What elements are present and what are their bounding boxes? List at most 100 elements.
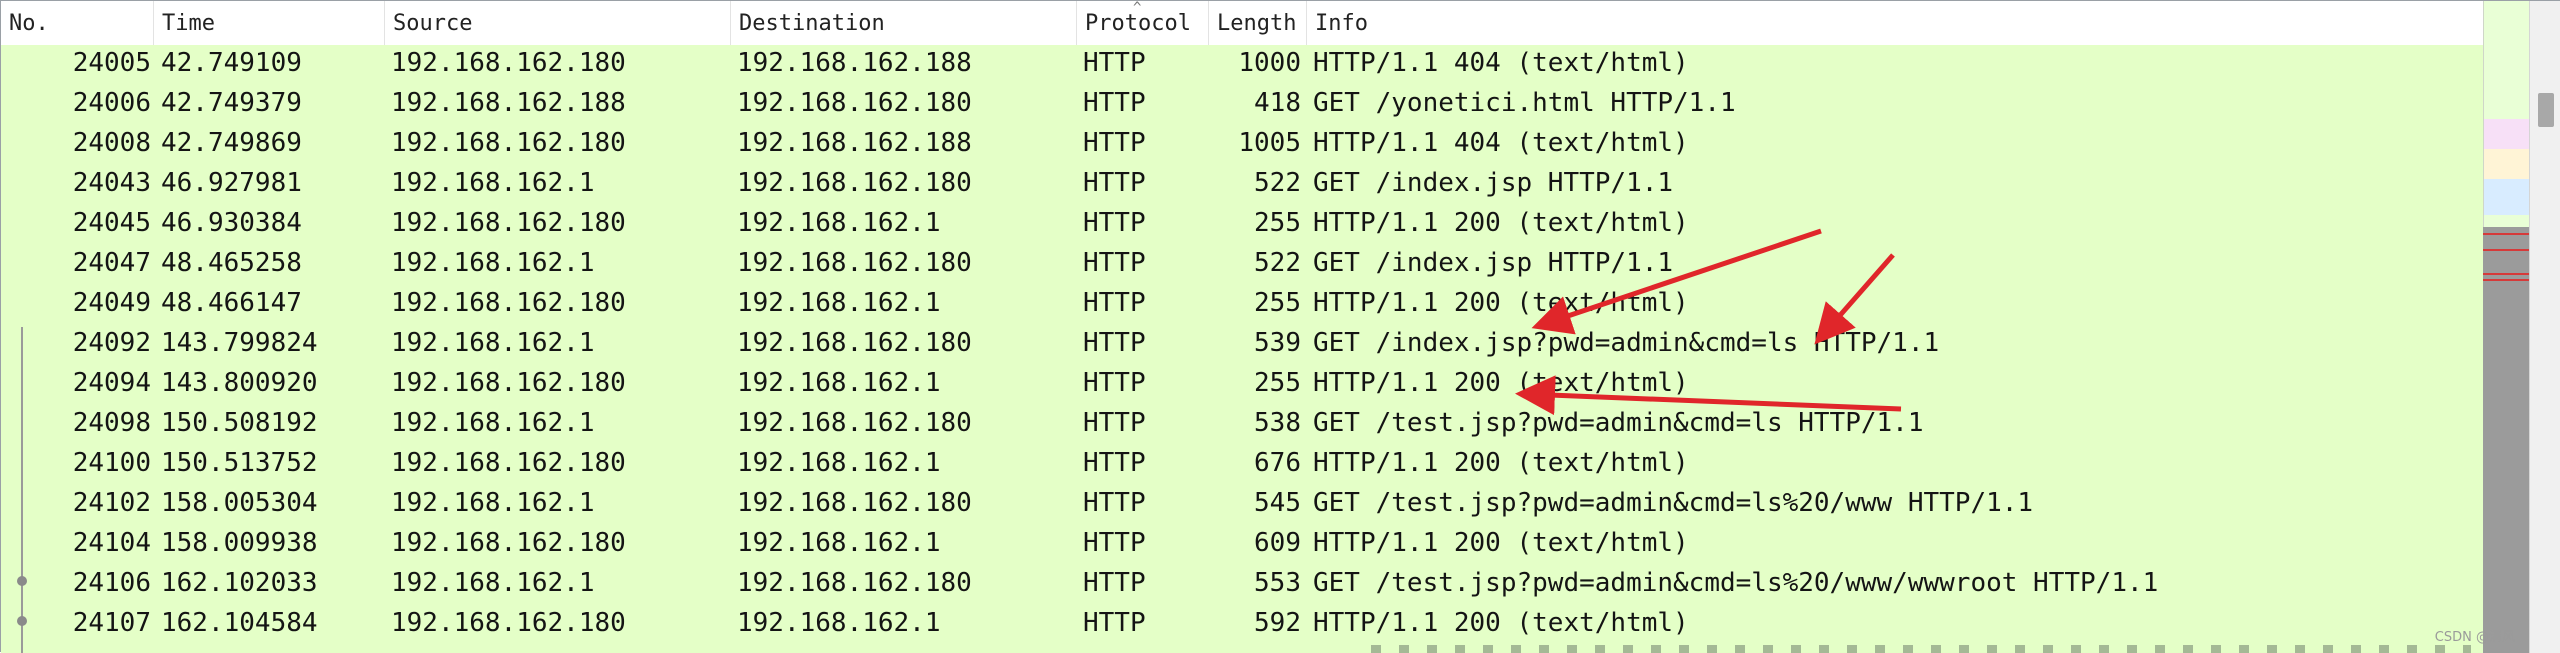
packet-time: 46.930384 bbox=[161, 208, 302, 238]
packet-number: 24098 bbox=[72, 408, 151, 438]
packet-row[interactable]: 24104 158.009938 192.168.162.180 192.168.16… bbox=[1, 525, 2483, 565]
packet-source: 192.168.162.180 bbox=[391, 128, 626, 158]
packet-info: GET /test.jsp?pwd=admin&cmd=ls HTTP/1.1 bbox=[1313, 408, 1924, 438]
packet-time: 162.102033 bbox=[161, 568, 318, 598]
packet-protocol: HTTP bbox=[1083, 48, 1146, 78]
packet-list[interactable]: 24005 42.749109 192.168.162.180 192.168.162… bbox=[1, 45, 2483, 653]
packet-number: 24045 bbox=[72, 208, 151, 238]
packet-protocol: HTTP bbox=[1083, 88, 1146, 118]
packet-source: 192.168.162.1 bbox=[391, 248, 595, 278]
packet-length: 522 bbox=[1254, 168, 1301, 198]
packet-row[interactable]: 24047 48.465258 192.168.162.1 192.168.162.1… bbox=[1, 245, 2483, 285]
packet-number: 24092 bbox=[72, 328, 151, 358]
scrollbar-thumb[interactable] bbox=[2538, 93, 2554, 127]
packet-length: 592 bbox=[1254, 608, 1301, 638]
packet-source: 192.168.162.180 bbox=[391, 528, 626, 558]
column-header-bar: No. Time Source Destination Protocol Len… bbox=[1, 1, 2483, 46]
packet-row[interactable]: 24005 42.749109 192.168.162.180 192.168.162… bbox=[1, 45, 2483, 85]
packet-length: 522 bbox=[1254, 248, 1301, 278]
packet-destination: 192.168.162.188 bbox=[737, 128, 972, 158]
packet-source: 192.168.162.1 bbox=[391, 568, 595, 598]
packet-number: 24107 bbox=[72, 608, 151, 638]
packet-source: 192.168.162.1 bbox=[391, 168, 595, 198]
minimap-band bbox=[2484, 119, 2530, 149]
packet-row[interactable]: 24107 162.104584 192.168.162.180 192.168.16… bbox=[1, 605, 2483, 645]
packet-row[interactable]: 24100 150.513752 192.168.162.180 192.168.16… bbox=[1, 445, 2483, 485]
column-header-length[interactable]: Length bbox=[1209, 1, 1307, 45]
packet-destination: 192.168.162.180 bbox=[737, 88, 972, 118]
packet-time: 150.508192 bbox=[161, 408, 318, 438]
packet-info: HTTP/1.1 200 (text/html) bbox=[1313, 528, 1689, 558]
packet-protocol: HTTP bbox=[1083, 128, 1146, 158]
packet-row[interactable]: 24102 158.005304 192.168.162.1 192.168.162.… bbox=[1, 485, 2483, 525]
vertical-scrollbar[interactable] bbox=[2529, 1, 2560, 653]
minimap-marker bbox=[2483, 233, 2529, 235]
packet-protocol: HTTP bbox=[1083, 568, 1146, 598]
packet-time: 48.465258 bbox=[161, 248, 302, 278]
packet-source: 192.168.162.180 bbox=[391, 208, 626, 238]
packet-info: GET /index.jsp HTTP/1.1 bbox=[1313, 248, 1674, 278]
packet-protocol: HTTP bbox=[1083, 608, 1146, 638]
packet-row[interactable]: 24043 46.927981 192.168.162.1 192.168.162.1… bbox=[1, 165, 2483, 205]
packet-row[interactable]: 24008 42.749869 192.168.162.180 192.168.162… bbox=[1, 125, 2483, 165]
packet-destination: 192.168.162.188 bbox=[737, 48, 972, 78]
packet-info: HTTP/1.1 404 (text/html) bbox=[1313, 48, 1689, 78]
packet-list-window: No. Time Source Destination Protocol Len… bbox=[0, 0, 2560, 653]
column-header-time[interactable]: Time bbox=[154, 1, 385, 45]
packet-row[interactable]: 24006 42.749379 192.168.162.188 192.168.162… bbox=[1, 85, 2483, 125]
packet-number: 24106 bbox=[72, 568, 151, 598]
packet-length: 255 bbox=[1254, 368, 1301, 398]
packet-length: 1005 bbox=[1238, 128, 1301, 158]
column-header-destination[interactable]: Destination bbox=[731, 1, 1077, 45]
packet-row[interactable]: 24094 143.800920 192.168.162.180 192.168.16… bbox=[1, 365, 2483, 405]
packet-protocol: HTTP bbox=[1083, 168, 1146, 198]
packet-row[interactable]: 24092 143.799824 192.168.162.1 192.168.162.… bbox=[1, 325, 2483, 365]
packet-source: 192.168.162.1 bbox=[391, 328, 595, 358]
packet-row[interactable]: 24045 46.930384 192.168.162.180 192.168.162… bbox=[1, 205, 2483, 245]
packet-info: HTTP/1.1 200 (text/html) bbox=[1313, 608, 1689, 638]
packet-number: 24049 bbox=[72, 288, 151, 318]
packet-protocol: HTTP bbox=[1083, 488, 1146, 518]
column-header-protocol[interactable]: Protocol bbox=[1077, 1, 1209, 45]
packet-destination: 192.168.162.180 bbox=[737, 168, 972, 198]
packet-length: 545 bbox=[1254, 488, 1301, 518]
packet-time: 42.749379 bbox=[161, 88, 302, 118]
packet-time: 48.466147 bbox=[161, 288, 302, 318]
packet-protocol: HTTP bbox=[1083, 448, 1146, 478]
packet-time: 150.513752 bbox=[161, 448, 318, 478]
packet-source: 192.168.162.1 bbox=[391, 408, 595, 438]
packet-source: 192.168.162.1 bbox=[391, 488, 595, 518]
minimap-marker bbox=[2483, 273, 2529, 275]
watermark-text: CSDN @清风 bbox=[2434, 630, 2515, 645]
packet-row[interactable]: 24049 48.466147 192.168.162.180 192.168.162… bbox=[1, 285, 2483, 325]
packet-row[interactable]: 24098 150.508192 192.168.162.1 192.168.162.… bbox=[1, 405, 2483, 445]
packet-number: 24102 bbox=[72, 488, 151, 518]
packet-time: 158.009938 bbox=[161, 528, 318, 558]
packet-info: GET /index.jsp?pwd=admin&cmd=ls HTTP/1.1 bbox=[1313, 328, 1940, 358]
packet-protocol: HTTP bbox=[1083, 368, 1146, 398]
packet-source: 192.168.162.188 bbox=[391, 88, 626, 118]
column-header-source[interactable]: Source bbox=[385, 1, 731, 45]
packet-destination: 192.168.162.1 bbox=[737, 368, 941, 398]
packet-info: GET /test.jsp?pwd=admin&cmd=ls%20/www HT… bbox=[1313, 488, 2034, 518]
packet-source: 192.168.162.180 bbox=[391, 48, 626, 78]
packet-source: 192.168.162.180 bbox=[391, 448, 626, 478]
packet-destination: 192.168.162.1 bbox=[737, 608, 941, 638]
packet-row[interactable]: 24106 162.102033 192.168.162.1 192.168.162.… bbox=[1, 565, 2483, 605]
minimap-scroll-region[interactable] bbox=[2483, 227, 2529, 653]
packet-destination: 192.168.162.180 bbox=[737, 568, 972, 598]
packet-source: 192.168.162.180 bbox=[391, 608, 626, 638]
packet-source: 192.168.162.180 bbox=[391, 368, 626, 398]
packet-length: 538 bbox=[1254, 408, 1301, 438]
packet-number: 24008 bbox=[72, 128, 151, 158]
minimap-band bbox=[2484, 149, 2530, 179]
packet-number: 24047 bbox=[72, 248, 151, 278]
packet-protocol: HTTP bbox=[1083, 288, 1146, 318]
packet-length: 676 bbox=[1254, 448, 1301, 478]
packet-destination: 192.168.162.1 bbox=[737, 208, 941, 238]
packet-time: 42.749109 bbox=[161, 48, 302, 78]
column-header-no[interactable]: No. bbox=[1, 1, 154, 45]
column-header-info[interactable]: Info bbox=[1307, 1, 2483, 45]
packet-info: HTTP/1.1 200 (text/html) bbox=[1313, 288, 1689, 318]
packet-length: 1000 bbox=[1238, 48, 1301, 78]
